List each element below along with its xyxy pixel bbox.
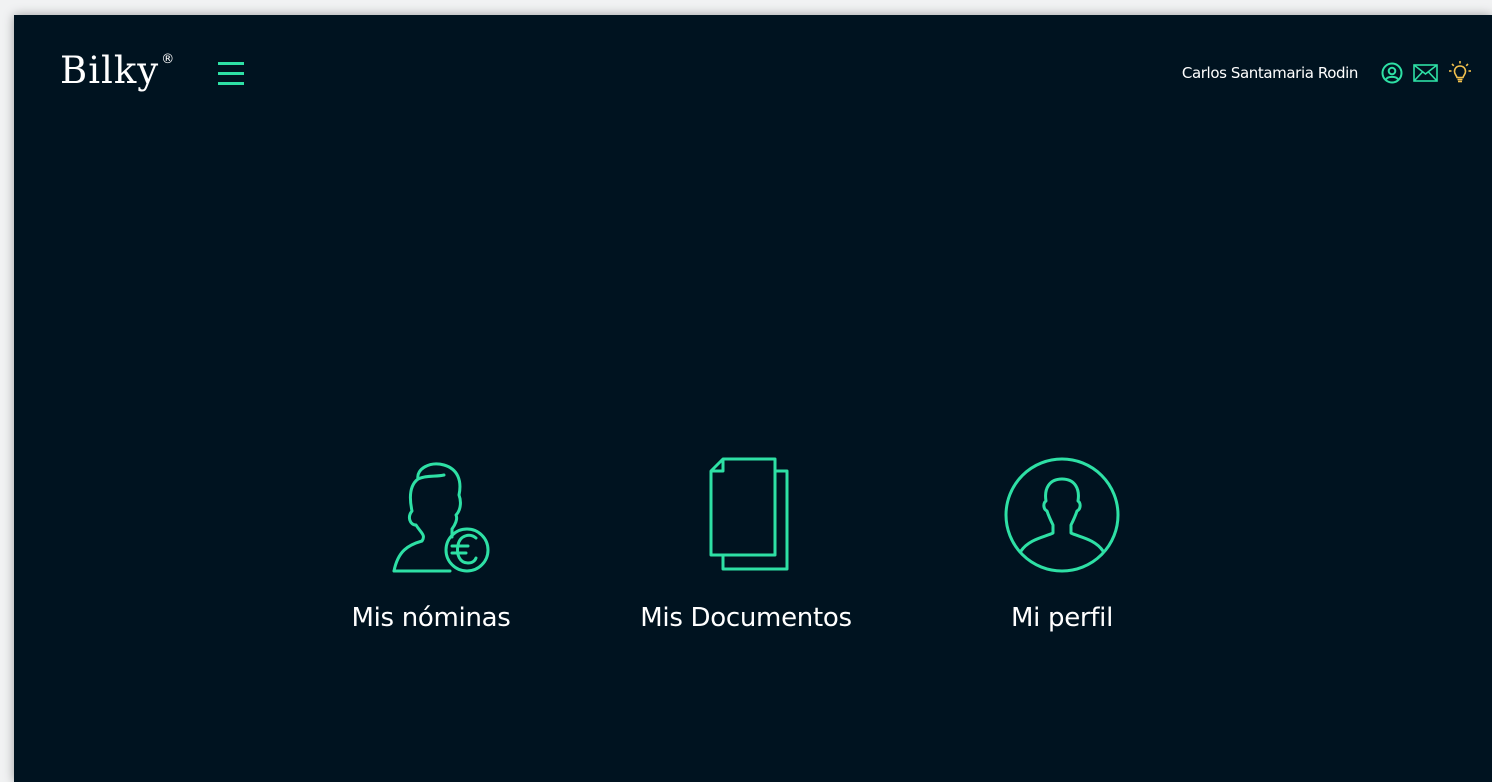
documents-icon xyxy=(709,457,789,571)
logo-text: Bilky xyxy=(60,49,160,92)
registered-mark: ® xyxy=(161,52,175,67)
mail-envelope-icon[interactable] xyxy=(1413,63,1438,83)
header-user-area: Carlos Santamaria Rodin xyxy=(1182,59,1472,87)
user-payroll-euro-icon xyxy=(392,462,490,573)
user-name-link[interactable]: Carlos Santamaria Rodin xyxy=(1182,64,1358,82)
hamburger-menu-icon[interactable] xyxy=(218,61,244,85)
profile-avatar-icon xyxy=(1004,457,1120,573)
tile-label: Mi perfil xyxy=(1010,603,1113,633)
tile-label: Mis Documentos xyxy=(640,603,852,633)
app-window: Bilky ® Carlos Santamaria Rodin Mis nómi… xyxy=(14,15,1492,782)
brand-logo[interactable]: Bilky ® xyxy=(60,49,174,93)
tile-mi-perfil[interactable]: Mi perfil xyxy=(922,455,1202,645)
main-tiles: Mis nóminas Mis Documentos Mi perfil xyxy=(14,455,1492,645)
tile-mis-nominas[interactable]: Mis nóminas xyxy=(291,455,571,645)
menu-bar xyxy=(218,82,244,85)
menu-bar xyxy=(218,62,244,65)
lightbulb-icon[interactable] xyxy=(1448,60,1472,86)
tile-mis-documentos[interactable]: Mis Documentos xyxy=(606,455,886,645)
user-circle-icon[interactable] xyxy=(1381,62,1403,84)
tile-label: Mis nóminas xyxy=(351,603,511,633)
menu-bar xyxy=(218,72,244,75)
